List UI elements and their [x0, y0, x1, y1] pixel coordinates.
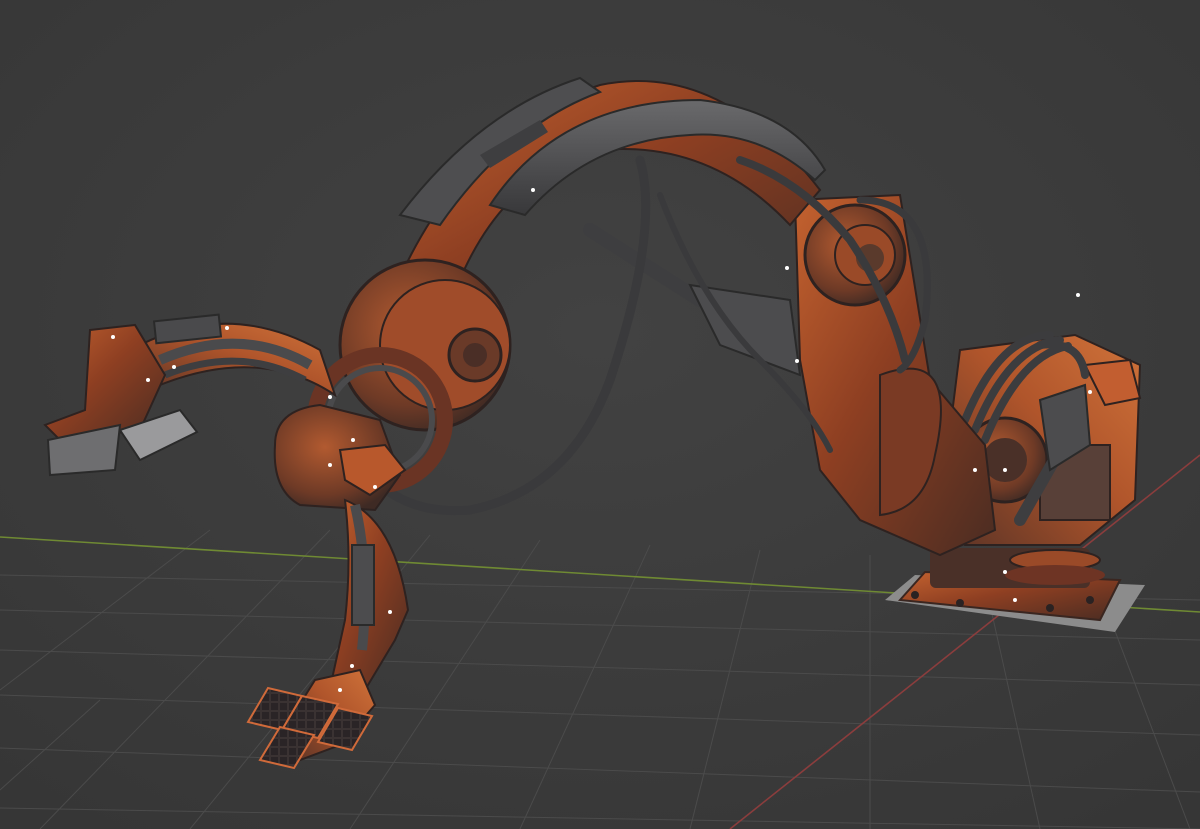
- scene-canvas[interactable]: [0, 0, 1200, 829]
- 3d-viewport[interactable]: [0, 0, 1200, 829]
- elbow-joint[interactable]: [338, 258, 512, 432]
